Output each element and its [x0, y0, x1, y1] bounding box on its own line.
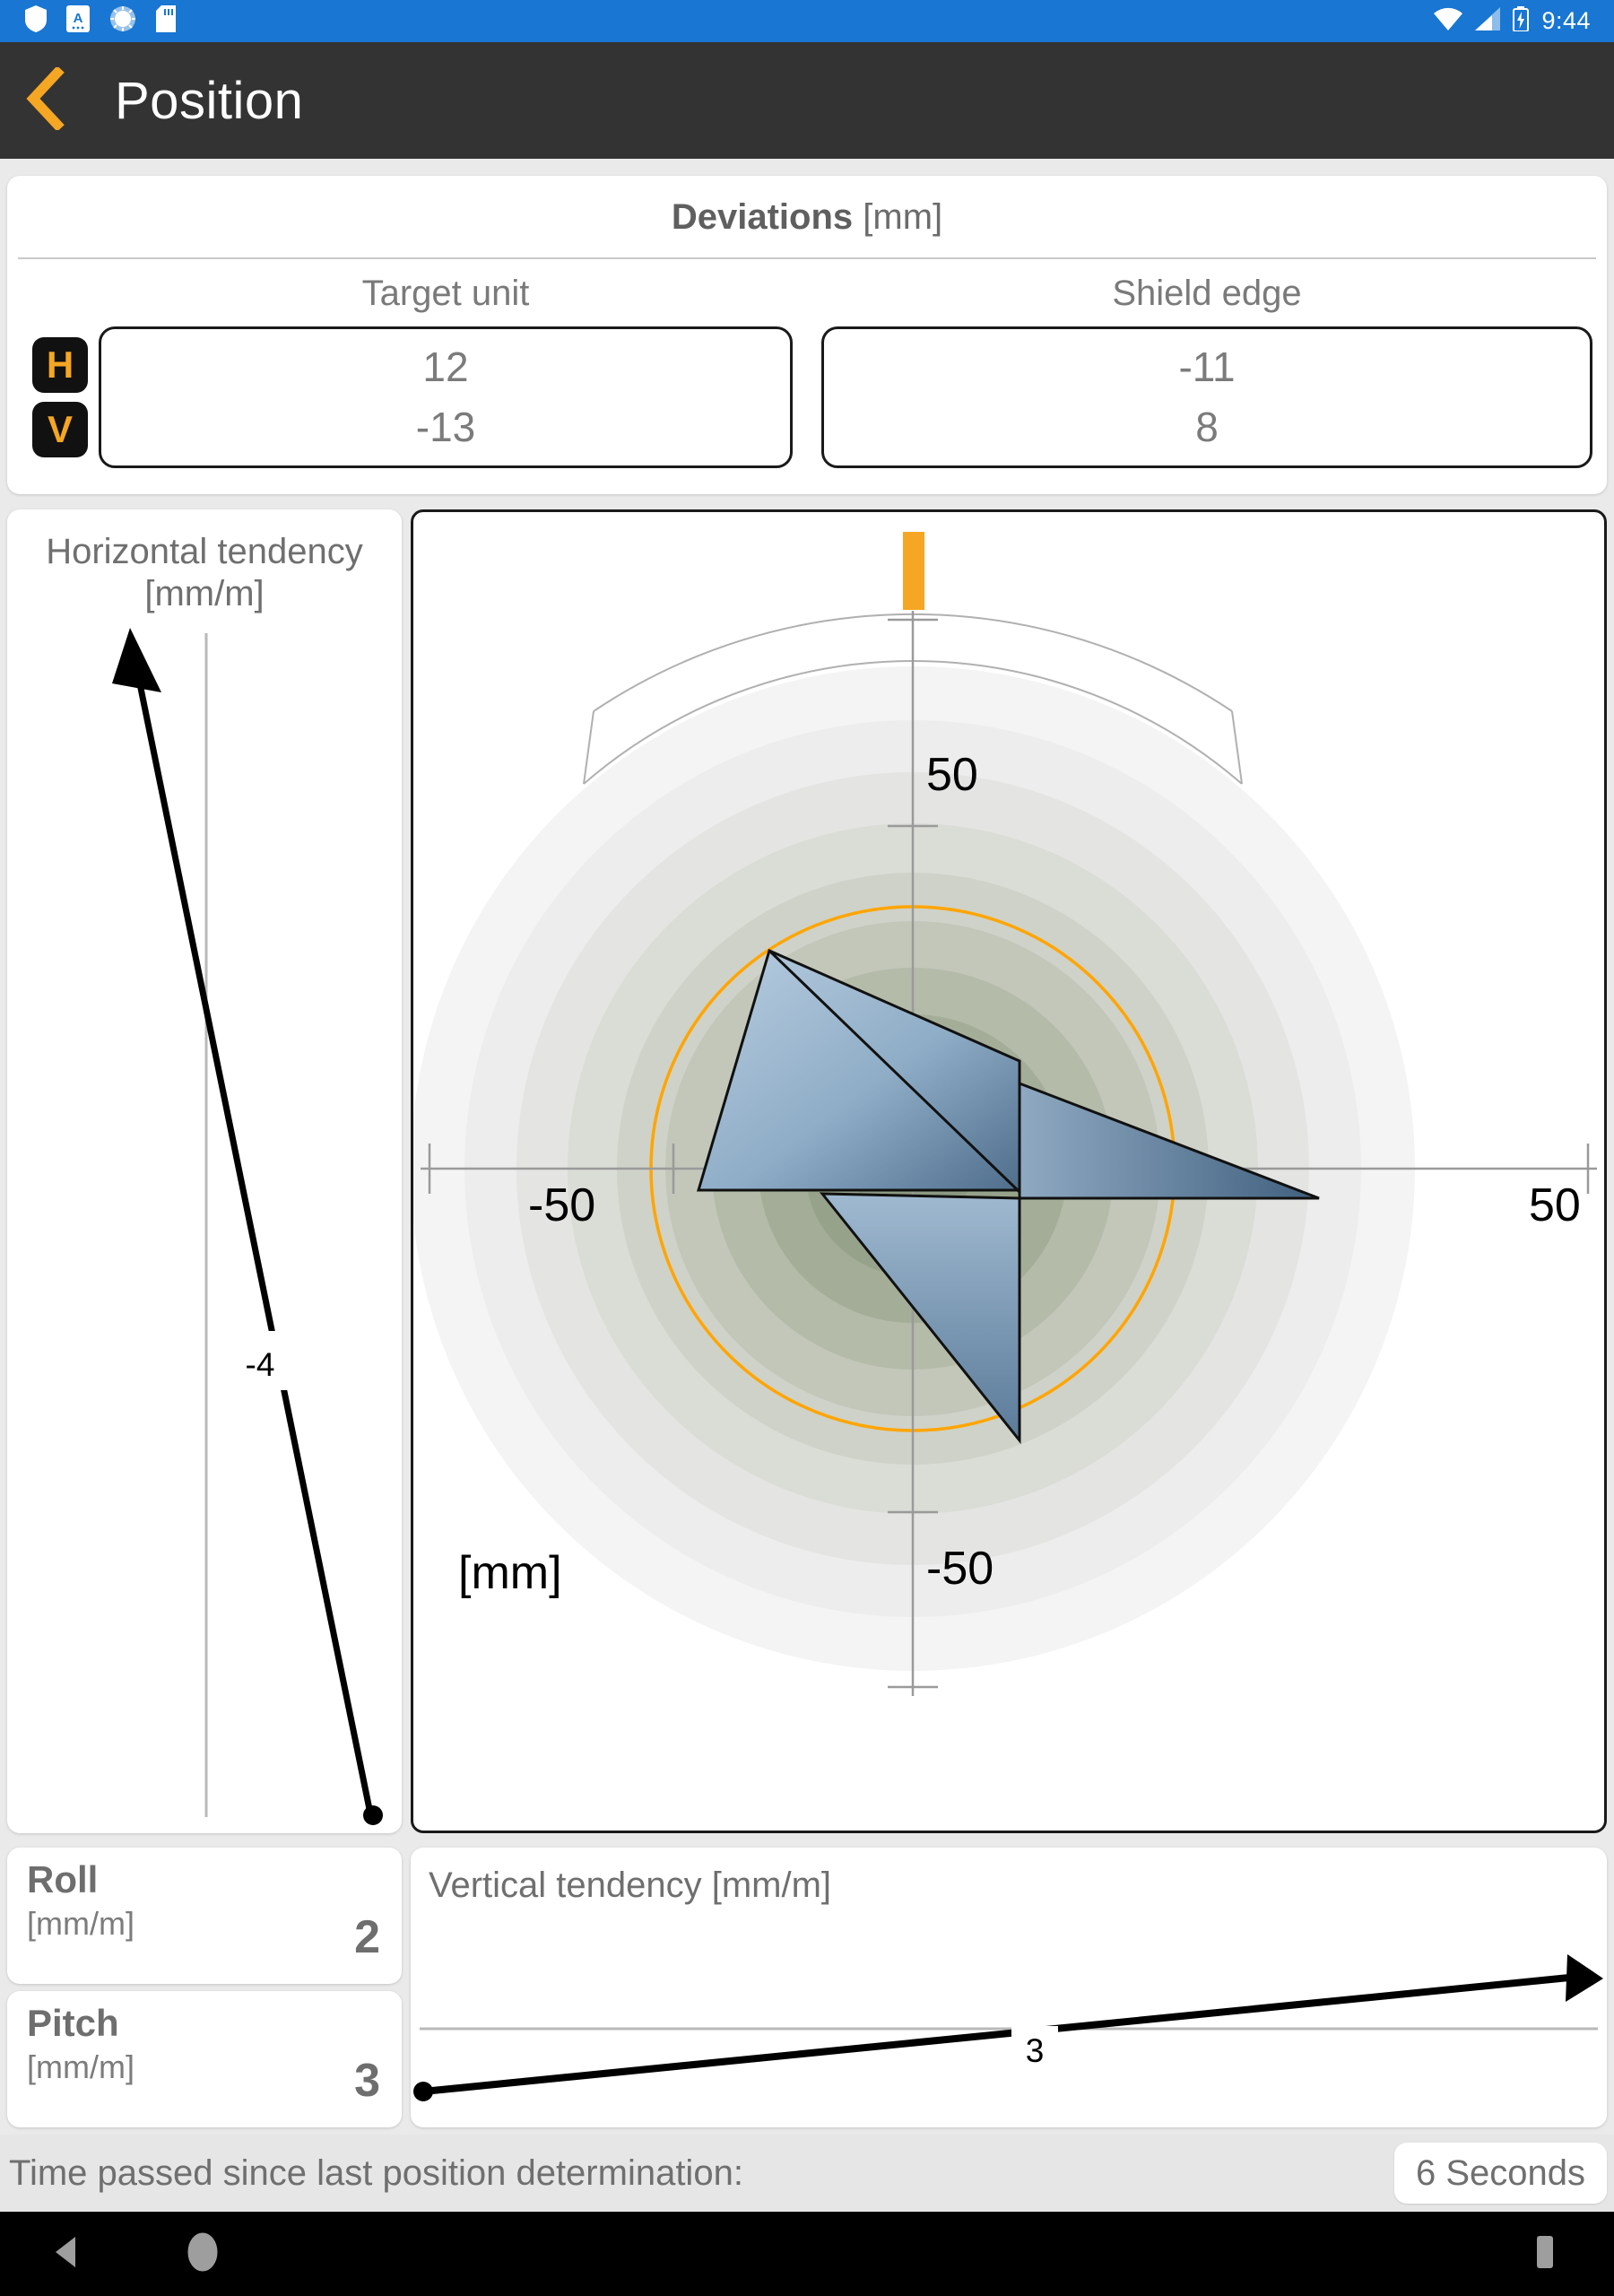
- target-unit-v-value: -13: [415, 404, 476, 450]
- wifi-icon: [1434, 7, 1463, 35]
- deviations-divider: [18, 257, 1596, 259]
- vertical-tendency-title: Vertical tendency [mm/m]: [429, 1866, 832, 1905]
- back-button[interactable]: [0, 65, 93, 135]
- sd-card-icon: [156, 5, 176, 37]
- pitch-value: 3: [354, 2055, 380, 2107]
- roll-label: Roll: [27, 1858, 99, 1900]
- vertical-tendency-plot: 3: [413, 1954, 1603, 2101]
- shield-edge-v-value: 8: [1195, 404, 1219, 450]
- shield-edge-row: -11 8: [807, 326, 1607, 468]
- position-chart-plot: -50 50 50 -50 [mm]: [413, 532, 1597, 1696]
- nav-back-icon[interactable]: [52, 2235, 82, 2274]
- roll-card: Roll [mm/m] 2: [7, 1848, 402, 1984]
- hv-badges: H V: [22, 337, 99, 457]
- gauge-indicator: [903, 532, 924, 610]
- time-passed-label: Time passed since last position determin…: [9, 2152, 743, 2193]
- target-unit-values[interactable]: 12 -13: [99, 326, 793, 468]
- chart-unit-label: [mm]: [458, 1547, 562, 1599]
- horizontal-tendency-plot: -4: [112, 628, 383, 1826]
- nav-recents-icon[interactable]: [1535, 2234, 1555, 2274]
- axis-label-top: 50: [926, 749, 978, 801]
- status-bar-left-icons: A: [0, 5, 176, 37]
- vertical-tendency-value: 3: [1026, 2032, 1045, 2069]
- target-unit-column: Target unit H V 12 -13: [7, 274, 807, 468]
- app-title-bar: Position: [0, 42, 1614, 159]
- badge-horizontal: H: [32, 337, 88, 393]
- svg-text:A: A: [74, 11, 83, 26]
- android-nav-bar: [0, 2212, 1614, 2296]
- shield-edge-h-value: -11: [1178, 344, 1236, 391]
- shield-edge-label: Shield edge: [1112, 274, 1302, 313]
- android-status-bar: A 9:44: [0, 0, 1614, 42]
- status-info-bar: Time passed since last position determin…: [0, 2135, 1614, 2212]
- deviations-title-unit: [mm]: [853, 197, 943, 237]
- deviations-columns: Target unit H V 12 -13 Shield edge -11 8: [7, 274, 1607, 468]
- elapsed-time-badge: 6 Seconds: [1393, 2143, 1607, 2204]
- app-screen: A 9:44 Position Deviations [mm] Target u…: [0, 0, 1614, 2296]
- cellular-signal-icon: [1475, 7, 1501, 35]
- horizontal-tendency-value: -4: [246, 1346, 275, 1383]
- shield-icon: [25, 5, 47, 37]
- deviations-card: Deviations [mm] Target unit H V 12 -13 S…: [7, 176, 1607, 494]
- battery-charging-icon: [1513, 6, 1530, 36]
- shield-edge-values[interactable]: -11 8: [821, 326, 1592, 468]
- roll-unit: [mm/m]: [27, 1905, 134, 1943]
- axis-label-left: -50: [528, 1179, 595, 1231]
- roll-value: 2: [354, 1911, 380, 1963]
- position-chart-card[interactable]: -50 50 50 -50 [mm]: [411, 509, 1607, 1833]
- horizontal-tendency-card: Horizontal tendency [mm/m] -4: [7, 509, 402, 1833]
- keyboard-language-icon: A: [66, 5, 90, 37]
- shield-edge-column: Shield edge -11 8: [807, 274, 1607, 468]
- axis-label-bottom: -50: [926, 1543, 994, 1595]
- target-unit-h-value: 12: [422, 344, 469, 391]
- status-bar-clock: 9:44: [1541, 7, 1591, 34]
- horizontal-tendency-title: Horizontal tendency [mm/m]: [46, 532, 363, 614]
- status-bar-right-icons: 9:44: [1434, 6, 1614, 36]
- pitch-inner: Pitch [mm/m] 3: [7, 1991, 402, 2127]
- deviations-title-main: Deviations: [671, 197, 854, 237]
- axis-label-right: 50: [1529, 1179, 1581, 1231]
- pitch-card: Pitch [mm/m] 3: [7, 1991, 402, 2127]
- pitch-label: Pitch: [27, 2002, 119, 2044]
- target-unit-row: H V 12 -13: [7, 326, 807, 468]
- pitch-unit: [mm/m]: [27, 2048, 134, 2086]
- vertical-tendency-card: Vertical tendency [mm/m] 3: [411, 1848, 1607, 2127]
- chevron-left-icon: [26, 65, 67, 135]
- target-unit-label: Target unit: [361, 274, 530, 313]
- sync-progress-icon: [109, 5, 136, 37]
- page-title: Position: [115, 71, 304, 130]
- nav-home-icon[interactable]: [183, 2230, 222, 2279]
- badge-vertical: V: [32, 402, 88, 457]
- deviations-title: Deviations [mm]: [7, 176, 1607, 238]
- roll-inner: Roll [mm/m] 2: [7, 1848, 402, 1984]
